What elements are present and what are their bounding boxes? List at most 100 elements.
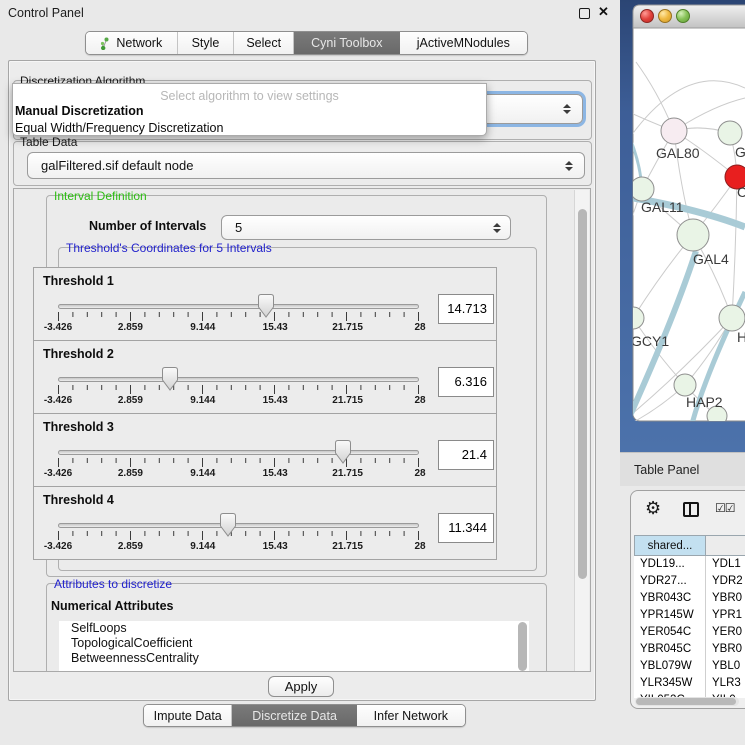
- panel-scrollbar-thumb[interactable]: [578, 209, 587, 579]
- table-row[interactable]: YBR043CYBR0: [634, 590, 745, 607]
- threshold-value[interactable]: 6.316: [438, 367, 494, 397]
- slider-thumb[interactable]: [220, 513, 236, 537]
- network-view[interactable]: GAL80 GAL11 GAL4 GCY1 HAP2 G C H: [620, 0, 745, 452]
- table-row[interactable]: YDL19...YDL1: [634, 556, 745, 573]
- panel-title: Control Panel: [8, 6, 84, 20]
- column-header-shared[interactable]: shared...: [634, 535, 706, 556]
- tab-select[interactable]: Select: [233, 32, 293, 54]
- cell-shared-name[interactable]: YDR27...: [634, 573, 706, 590]
- dropdown-placeholder: Select algorithm to view settings: [13, 89, 486, 103]
- node-top-right[interactable]: [718, 121, 742, 145]
- numerical-attributes-list[interactable]: SelfLoopsTopologicalCoefficientBetweenne…: [59, 621, 529, 672]
- cell-name[interactable]: YER0: [706, 624, 745, 641]
- threshold-value[interactable]: 21.4: [438, 440, 494, 470]
- tab-label: jActiveMNodules: [417, 36, 510, 50]
- node-gal4[interactable]: [677, 219, 709, 251]
- tab-jactivemnodules[interactable]: jActiveMNodules: [400, 32, 527, 54]
- cell-shared-name[interactable]: YPR145W: [634, 607, 706, 624]
- threshold-value[interactable]: 11.344: [438, 513, 494, 543]
- minimize-traffic-light-icon[interactable]: [659, 10, 672, 23]
- tick-label: 28: [414, 468, 425, 479]
- cell-shared-name[interactable]: YER054C: [634, 624, 706, 641]
- slider-thumb[interactable]: [335, 440, 351, 464]
- node-hap2[interactable]: [674, 374, 696, 396]
- combo-arrows-icon: [493, 223, 501, 233]
- cell-shared-name[interactable]: YLR345W: [634, 675, 706, 692]
- node-table[interactable]: shared... n YDL19...YDL1YDR27...YDR2YBR0…: [634, 535, 745, 698]
- slider-thumb[interactable]: [258, 294, 274, 318]
- slider-tick-labels: -3.4262.8599.14415.4321.71528: [58, 395, 420, 407]
- column-header-name[interactable]: n: [706, 535, 745, 556]
- node-right-mid[interactable]: [719, 305, 745, 331]
- tick-label: 21.715: [332, 322, 363, 333]
- tick-label: 9.144: [190, 322, 215, 333]
- table-row[interactable]: YDR27...YDR2: [634, 573, 745, 590]
- cell-name[interactable]: YLR3: [706, 675, 745, 692]
- tab-impute-data[interactable]: Impute Data: [144, 705, 231, 726]
- table-data-group-label: Table Data: [18, 135, 79, 149]
- slider-track[interactable]: [58, 304, 419, 309]
- list-item[interactable]: BetweennessCentrality: [59, 651, 529, 666]
- checkbox-icons[interactable]: ☑☑: [715, 501, 735, 515]
- table-data-combobox[interactable]: galFiltered.sif default node: [27, 152, 585, 179]
- list-scrollbar[interactable]: [518, 622, 527, 671]
- tick-label: 9.144: [190, 541, 215, 552]
- cell-shared-name[interactable]: YBR045C: [634, 641, 706, 658]
- dropdown-option-manual[interactable]: Manual Discretization: [15, 104, 144, 118]
- tick-label: -3.426: [44, 468, 72, 479]
- node-gal11[interactable]: [630, 177, 654, 201]
- close-traffic-light-icon[interactable]: [641, 10, 654, 23]
- tab-label: Network: [116, 36, 162, 50]
- cell-name[interactable]: YPR1: [706, 607, 745, 624]
- tab-discretize-data[interactable]: Discretize Data: [231, 705, 356, 726]
- tick-label: 9.144: [190, 395, 215, 406]
- tab-cyni-toolbox[interactable]: Cyni Toolbox: [293, 32, 400, 54]
- columns-icon[interactable]: [683, 502, 699, 517]
- apply-button[interactable]: Apply: [268, 676, 334, 697]
- threshold-label: Threshold 4: [43, 493, 114, 507]
- list-item[interactable]: SelfLoops: [59, 621, 529, 636]
- network-view-frame[interactable]: GAL80 GAL11 GAL4 GCY1 HAP2 G C H: [620, 0, 745, 452]
- cell-shared-name[interactable]: YDL19...: [634, 556, 706, 573]
- dropdown-option-equal-width[interactable]: Equal Width/Frequency Discretization: [15, 121, 223, 135]
- tab-style[interactable]: Style: [177, 32, 234, 54]
- thresholds-group-label: Threshold's Coordinates for 5 Intervals: [64, 241, 274, 255]
- float-window-icon[interactable]: [579, 8, 590, 19]
- close-icon[interactable]: ✕: [598, 4, 609, 20]
- cell-name[interactable]: YDL1: [706, 556, 745, 573]
- tab-infer-network[interactable]: Infer Network: [357, 705, 465, 726]
- table-hscrollbar-thumb[interactable]: [636, 698, 736, 705]
- slider-track[interactable]: [58, 377, 419, 382]
- table-header-row[interactable]: shared... n: [634, 535, 745, 556]
- cell-name[interactable]: YBR0: [706, 641, 745, 658]
- cell-shared-name[interactable]: YBR043C: [634, 590, 706, 607]
- panel-scrollbar-track[interactable]: [574, 190, 589, 672]
- table-row[interactable]: YLR345WYLR3: [634, 675, 745, 692]
- tick-label: -3.426: [44, 541, 72, 552]
- cell-name[interactable]: YBR0: [706, 590, 745, 607]
- table-row[interactable]: YBL079WYBL0: [634, 658, 745, 675]
- table-row[interactable]: YPR145WYPR1: [634, 607, 745, 624]
- slider-track[interactable]: [58, 450, 419, 455]
- cell-name[interactable]: YBL0: [706, 658, 745, 675]
- tick-label: 21.715: [332, 468, 363, 479]
- threshold-value[interactable]: 14.713: [438, 294, 494, 324]
- slider-track[interactable]: [58, 523, 419, 528]
- threshold-label: Threshold 2: [43, 347, 114, 361]
- tick-label: 15.43: [263, 541, 288, 552]
- slider-tick-labels: -3.4262.8599.14415.4321.71528: [58, 322, 420, 334]
- tab-network[interactable]: Network: [86, 32, 177, 54]
- list-item[interactable]: TopologicalCoefficient: [59, 636, 529, 651]
- table-row[interactable]: YBR045CYBR0: [634, 641, 745, 658]
- cell-name[interactable]: YDR2: [706, 573, 745, 590]
- number-of-intervals-combobox[interactable]: 5: [221, 215, 511, 240]
- table-hscrollbar[interactable]: [635, 697, 739, 706]
- gear-icon[interactable]: ⚙: [645, 498, 661, 519]
- cell-shared-name[interactable]: YBL079W: [634, 658, 706, 675]
- threshold-panel-3: Threshold 3-3.4262.8599.14415.4321.71528…: [33, 413, 497, 487]
- tick-label: 28: [414, 541, 425, 552]
- node-gal80[interactable]: [661, 118, 687, 144]
- zoom-traffic-light-icon[interactable]: [677, 10, 690, 23]
- table-row[interactable]: YER054CYER0: [634, 624, 745, 641]
- slider-thumb[interactable]: [162, 367, 178, 391]
